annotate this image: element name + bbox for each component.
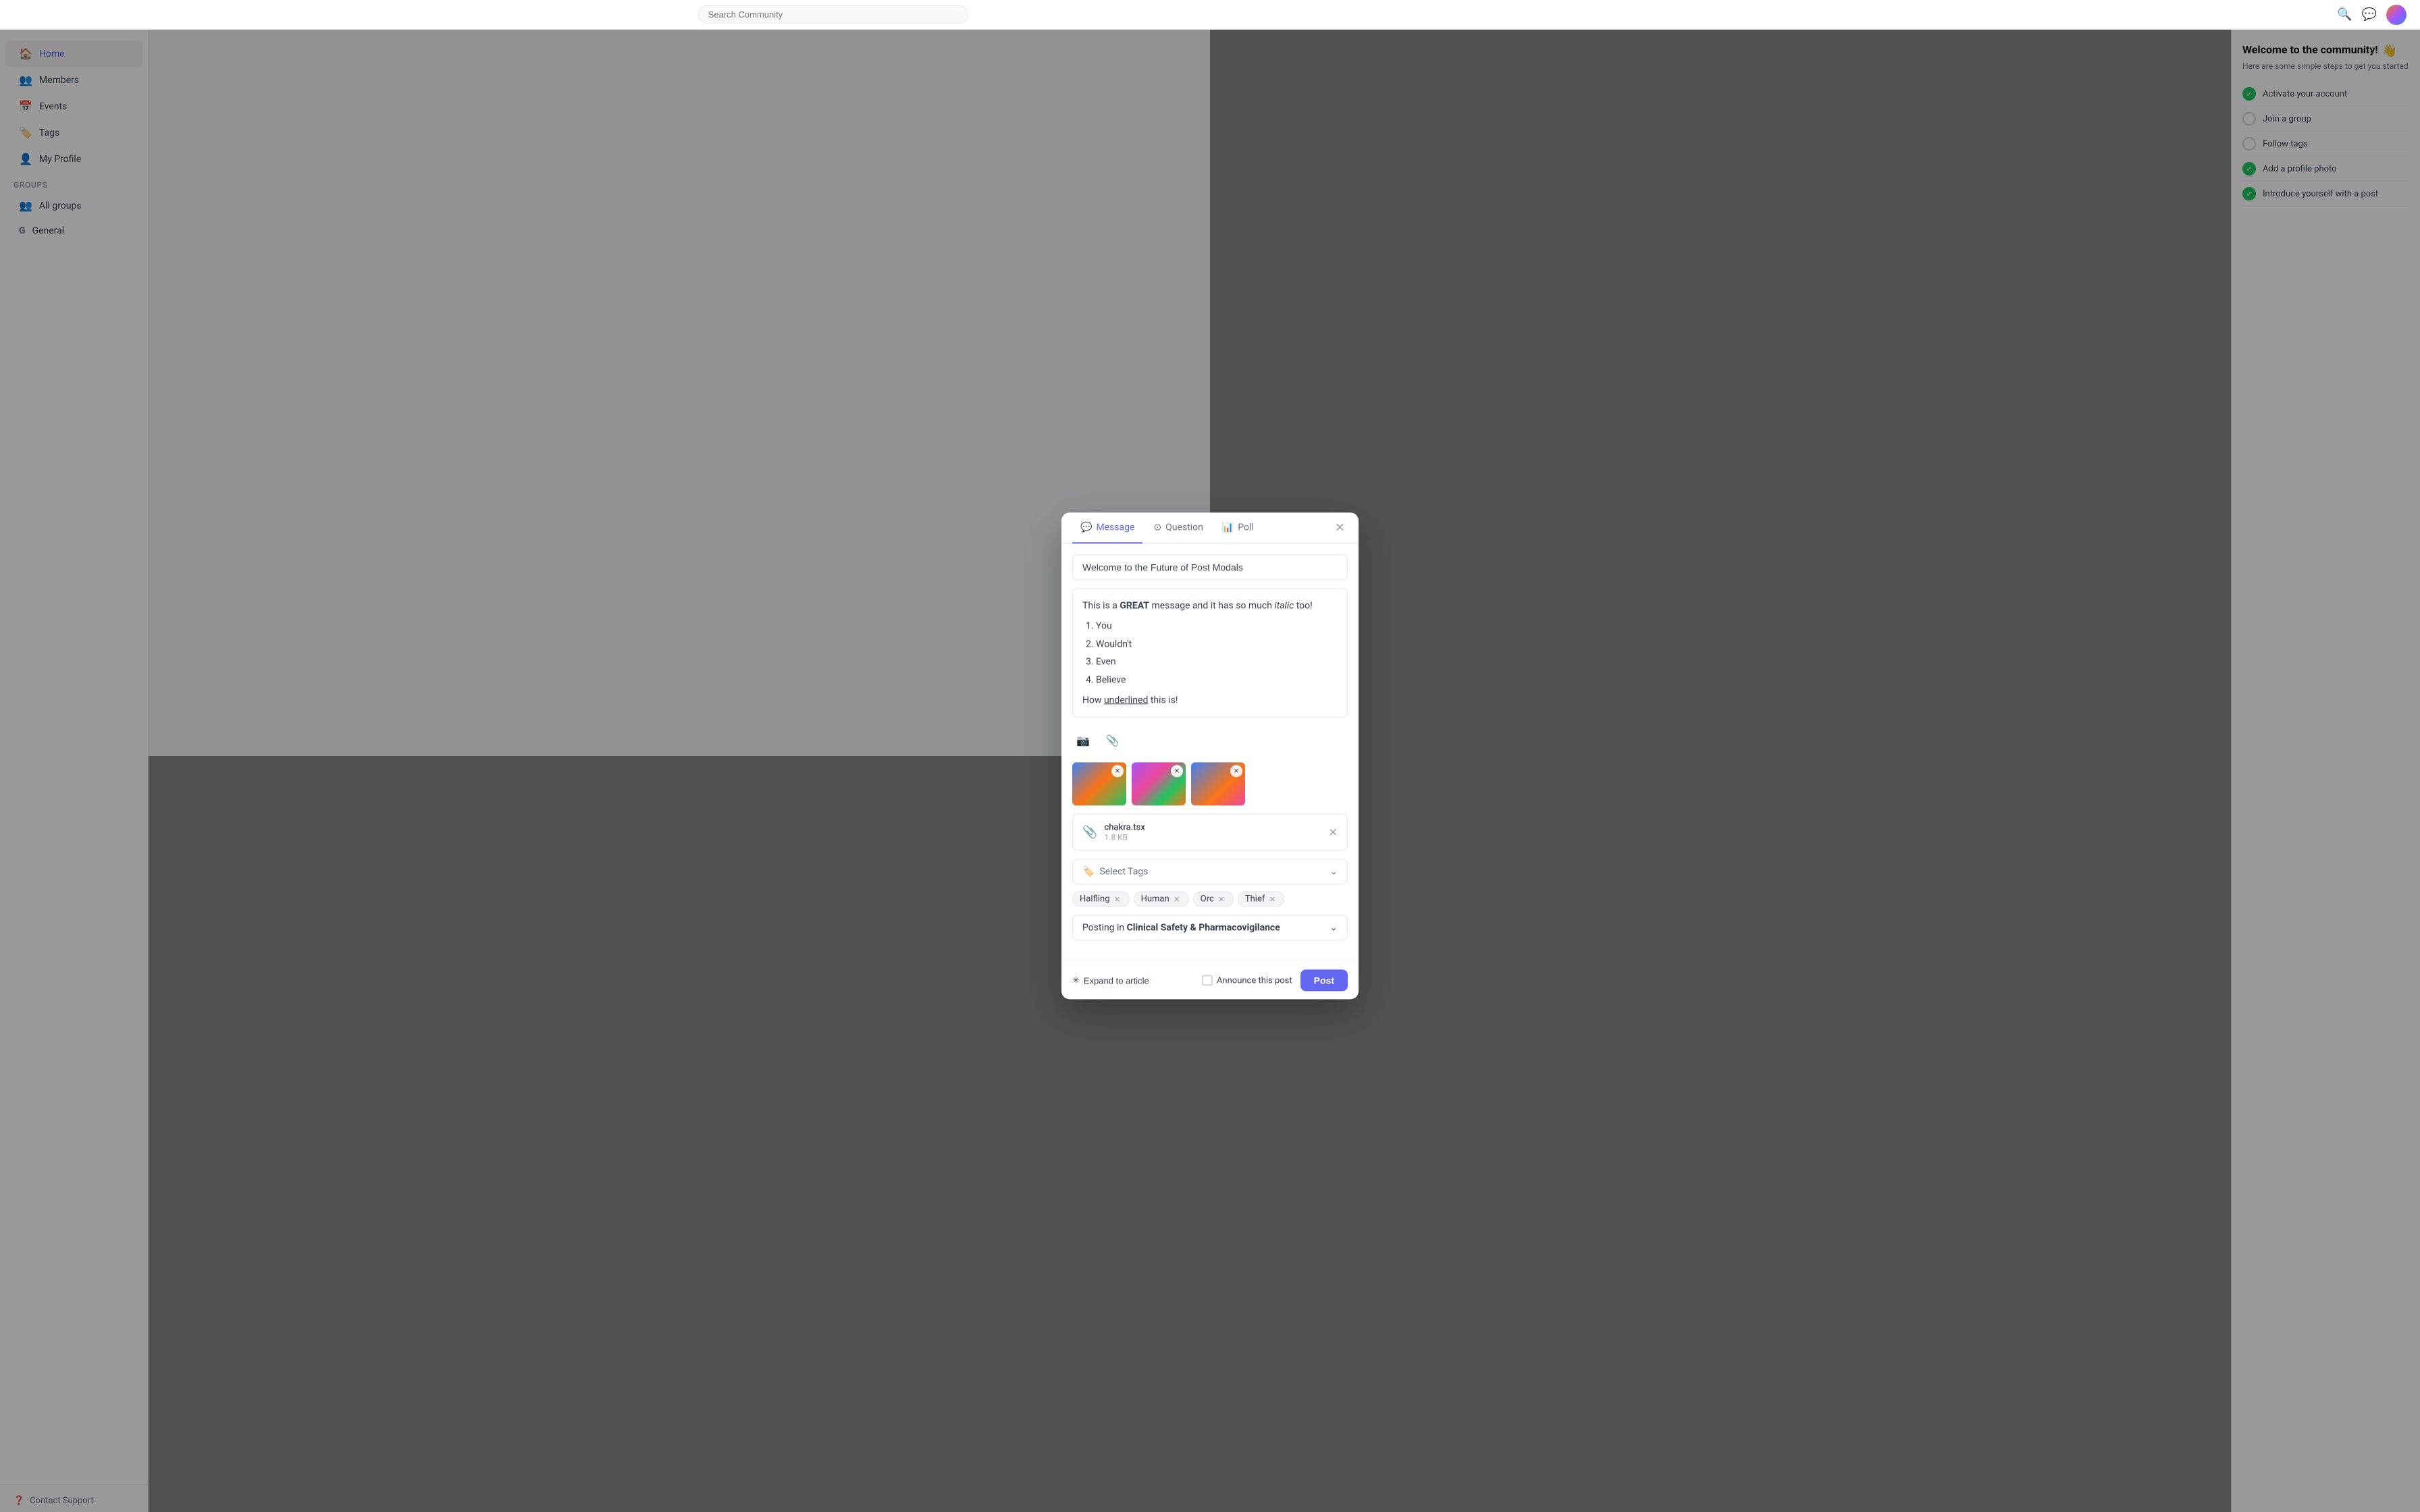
tag-label: Human [1141, 894, 1169, 905]
chevron-down-icon: ⌄ [1330, 923, 1338, 934]
tab-message[interactable]: 💬 Message [1072, 512, 1142, 543]
content-line-1: This is a GREAT message and it has so mu… [1082, 598, 1338, 613]
modal-body: This is a GREAT message and it has so mu… [1061, 543, 1359, 961]
tag-chip-halfling: Halfling ✕ [1072, 892, 1130, 907]
modal-tabs: 💬 Message ⊙ Question 📊 Poll ✕ [1061, 512, 1359, 543]
image-thumb-2: ✕ [1132, 763, 1186, 806]
expand-label: Expand to article [1084, 975, 1149, 986]
search-input[interactable] [698, 5, 968, 24]
avatar[interactable] [2386, 5, 2406, 25]
list-item: You [1096, 619, 1338, 634]
message-tab-icon: 💬 [1080, 522, 1092, 533]
tag-label: Halfling [1080, 894, 1110, 905]
announce-check: Announce this post [1202, 975, 1292, 986]
tag-chip-orc: Orc ✕ [1193, 892, 1234, 907]
image-remove-2[interactable]: ✕ [1171, 765, 1183, 778]
tab-question[interactable]: ⊙ Question [1145, 512, 1211, 543]
tag-chip-thief: Thief ✕ [1238, 892, 1285, 907]
camera-button[interactable]: 📷 [1072, 732, 1094, 751]
underlined-text: underlined [1104, 695, 1148, 705]
question-tab-label: Question [1165, 522, 1203, 533]
image-remove-3[interactable]: ✕ [1230, 765, 1242, 778]
tag-remove-orc[interactable]: ✕ [1217, 894, 1226, 904]
selected-tags: Halfling ✕ Human ✕ Orc ✕ Thief ✕ [1072, 892, 1348, 907]
tag-label: Orc [1201, 894, 1214, 905]
announce-checkbox[interactable] [1202, 975, 1213, 986]
modal-close-button[interactable]: ✕ [1332, 518, 1348, 537]
tag-remove-halfling[interactable]: ✕ [1113, 894, 1122, 904]
file-attachment: 📎 chakra.tsx 1.8 KB ✕ [1072, 814, 1348, 851]
tag-label: Thief [1245, 894, 1265, 905]
file-info: chakra.tsx 1.8 KB [1104, 823, 1321, 842]
list-item: Believe [1096, 672, 1338, 687]
posting-in-selector[interactable]: Posting in Clinical Safety & Pharmacovig… [1072, 915, 1348, 941]
post-title-input[interactable] [1072, 554, 1348, 580]
expand-to-article-button[interactable]: ✳ Expand to article [1072, 975, 1149, 986]
post-modal: 💬 Message ⊙ Question 📊 Poll ✕ This is a … [1061, 512, 1359, 999]
tag-remove-human[interactable]: ✕ [1172, 894, 1182, 904]
list-item: Even [1096, 655, 1338, 670]
image-previews: ✕ ✕ ✕ [1072, 763, 1348, 806]
tags-selector[interactable]: 🏷️ Select Tags ⌄ [1072, 859, 1348, 885]
post-content-area[interactable]: This is a GREAT message and it has so mu… [1072, 588, 1348, 718]
messages-icon[interactable]: 💬 [2362, 7, 2377, 22]
select-tags-label: Select Tags [1099, 867, 1148, 878]
topbar: 🔍 💬 [0, 0, 2420, 30]
file-name: chakra.tsx [1104, 823, 1321, 833]
image-thumb-1: ✕ [1072, 763, 1126, 806]
search-icon[interactable]: 🔍 [2337, 7, 2352, 22]
content-line-2: How underlined this is! [1082, 693, 1338, 707]
poll-tab-label: Poll [1238, 522, 1254, 533]
posting-group: Clinical Safety & Pharmacovigilance [1127, 923, 1280, 934]
question-tab-icon: ⊙ [1153, 522, 1161, 533]
editor-toolbar: 📷 📎 [1072, 726, 1348, 756]
content-list: You Wouldn't Even Believe [1082, 619, 1338, 688]
modal-footer: ✳ Expand to article Announce this post P… [1061, 961, 1359, 1000]
post-button[interactable]: Post [1300, 970, 1348, 992]
announce-label: Announce this post [1217, 975, 1292, 986]
posting-in-text: Posting in Clinical Safety & Pharmacovig… [1082, 923, 1280, 934]
attachment-button[interactable]: 📎 [1102, 732, 1124, 751]
tab-poll[interactable]: 📊 Poll [1214, 512, 1262, 543]
file-size: 1.8 KB [1104, 833, 1321, 842]
list-item: Wouldn't [1096, 637, 1338, 651]
tags-selector-left: 🏷️ Select Tags [1082, 867, 1148, 878]
file-remove-button[interactable]: ✕ [1329, 826, 1338, 839]
image-thumb-3: ✕ [1191, 763, 1245, 806]
tag-chip-human: Human ✕ [1134, 892, 1189, 907]
message-tab-label: Message [1096, 522, 1134, 533]
search-bar [698, 5, 968, 24]
tag-selector-icon: 🏷️ [1082, 867, 1094, 878]
chevron-down-icon: ⌄ [1330, 867, 1338, 878]
file-icon: 📎 [1082, 826, 1097, 840]
topbar-icons: 🔍 💬 [2337, 5, 2406, 25]
image-remove-1[interactable]: ✕ [1111, 765, 1124, 778]
poll-tab-icon: 📊 [1222, 522, 1234, 533]
tag-remove-thief[interactable]: ✕ [1267, 894, 1277, 904]
expand-icon: ✳ [1072, 975, 1080, 986]
posting-prefix: Posting in [1082, 923, 1127, 934]
